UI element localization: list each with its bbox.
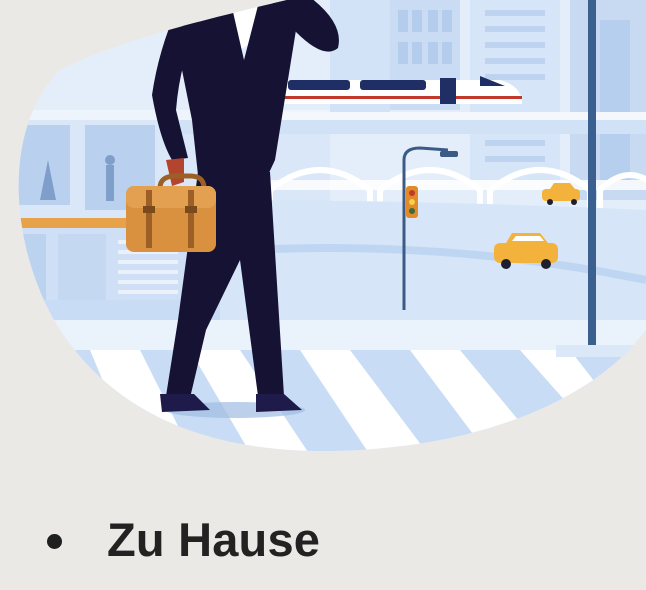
page: Zu Hause (0, 0, 646, 590)
list-item[interactable]: Zu Hause (0, 500, 646, 580)
list-item-label: Zu Hause (107, 513, 321, 566)
bullet-icon (47, 534, 62, 549)
businessman-city-illustration (18, 0, 646, 452)
location-list: Zu Hause (0, 500, 646, 580)
